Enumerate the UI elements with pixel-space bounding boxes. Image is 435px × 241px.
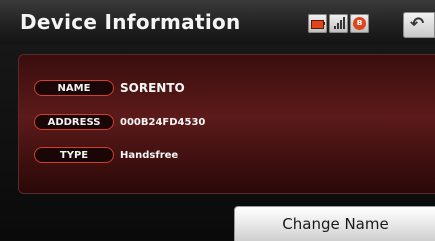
- type-row: TYPE Handsfree: [34, 147, 178, 163]
- signal-icon: [329, 14, 348, 33]
- status-icons: ʙ: [308, 14, 369, 34]
- address-value: 000B24FD4530: [120, 116, 206, 128]
- type-value: Handsfree: [120, 149, 179, 161]
- back-button[interactable]: ↶: [403, 12, 435, 38]
- back-arrow-icon: ↶: [410, 14, 425, 34]
- name-value: SORENTO: [120, 81, 185, 95]
- change-name-button[interactable]: Change Name: [234, 206, 435, 241]
- address-label: ADDRESS: [34, 114, 114, 130]
- device-information-screen: Device Information ʙ ↶ NAME SORENTO ADDR…: [0, 0, 435, 241]
- device-info-panel: NAME SORENTO ADDRESS 000B24FD4530 TYPE H…: [18, 54, 435, 194]
- battery-icon: [308, 14, 327, 33]
- type-label: TYPE: [34, 147, 114, 163]
- bluetooth-icon: ʙ: [350, 14, 369, 33]
- page-title: Device Information: [20, 10, 241, 34]
- name-row: NAME SORENTO: [34, 80, 185, 96]
- address-row: ADDRESS 000B24FD4530: [34, 114, 205, 130]
- header-bar: Device Information ʙ ↶: [0, 0, 435, 44]
- name-label: NAME: [34, 80, 114, 96]
